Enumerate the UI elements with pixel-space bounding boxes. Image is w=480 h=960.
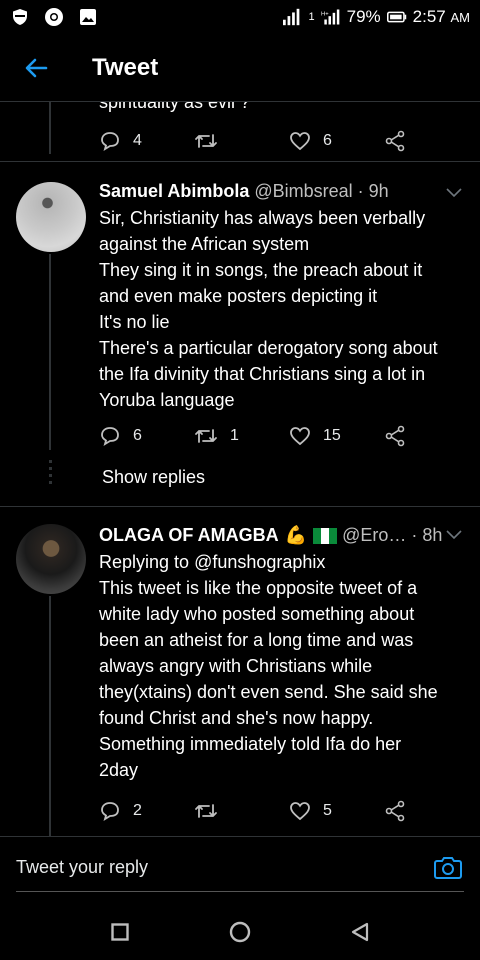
page-title: Tweet: [92, 53, 159, 81]
home-button[interactable]: [180, 904, 300, 960]
retweet-count: 1: [230, 427, 239, 444]
divider: [0, 506, 480, 507]
retweet-icon: [195, 134, 217, 148]
like-button[interactable]: 15: [289, 426, 384, 446]
avatar[interactable]: [16, 524, 86, 594]
tweet-actions: 2 5: [99, 800, 419, 822]
reply-icon: [101, 132, 119, 151]
nigeria-flag-icon: [313, 527, 338, 544]
reply-icon: [101, 802, 119, 821]
app-header: Tweet: [0, 34, 480, 102]
retweet-button[interactable]: 1: [194, 427, 289, 445]
shield-icon: [10, 7, 30, 27]
system-nav-bar: [0, 904, 480, 960]
share-button[interactable]: [384, 800, 406, 822]
replying-to: Replying to @funshographix: [99, 552, 326, 572]
retweet-button[interactable]: [194, 802, 289, 820]
heart-icon: [290, 132, 310, 151]
gallery-icon: [78, 7, 98, 27]
chevron-down-icon[interactable]: [446, 530, 462, 540]
back-nav-button[interactable]: [300, 904, 420, 960]
flexed-biceps-emoji: 💪: [284, 525, 308, 545]
reply-count: 4: [133, 132, 142, 149]
input-underline: [16, 891, 464, 892]
share-button[interactable]: [384, 425, 406, 447]
share-icon: [385, 425, 405, 447]
retweet-icon: [195, 804, 217, 818]
signal-icon-2: H+: [321, 7, 341, 27]
share-icon: [385, 130, 405, 152]
divider: [0, 161, 480, 162]
battery-icon: [386, 7, 407, 27]
thread-dots: [49, 460, 52, 484]
svg-text:H+: H+: [321, 11, 329, 17]
chevron-down-icon[interactable]: [446, 188, 462, 198]
like-button[interactable]: 6: [289, 131, 384, 151]
clock: 2:57 AM: [412, 7, 470, 26]
heart-icon: [290, 427, 310, 446]
tweet-body: Replying to @funshographix This tweet is…: [99, 549, 464, 783]
recents-button[interactable]: [60, 904, 180, 960]
status-bar: 1 H+ 79% 2:57 AM: [0, 0, 480, 34]
share-icon: [385, 800, 405, 822]
like-button[interactable]: 5: [289, 801, 384, 821]
previous-tweet-actions: 4 6: [99, 130, 419, 152]
reply-count: 2: [133, 802, 142, 819]
author-handle[interactable]: @Bimbsreal: [254, 181, 352, 202]
show-replies-link[interactable]: Show replies: [102, 467, 205, 488]
signal-icon: [282, 7, 303, 27]
tweet-time: · 9h: [357, 181, 389, 201]
tweet-time: · 8h: [411, 525, 443, 545]
circle-icon: [229, 921, 251, 943]
triangle-back-icon: [351, 922, 369, 942]
reply-button[interactable]: 2: [99, 801, 194, 821]
avatar[interactable]: [16, 182, 86, 252]
like-count: 6: [323, 132, 332, 149]
thread-line: [49, 596, 51, 836]
reply-input[interactable]: Tweet your reply: [16, 857, 148, 878]
retweet-icon: [195, 429, 217, 443]
reply-button[interactable]: 6: [99, 426, 194, 446]
reply-composer: Tweet your reply: [0, 836, 480, 904]
author-name[interactable]: OLAGA OF AMAGBA: [99, 525, 279, 546]
tweet-header: OLAGA OF AMAGBA 💪 @Ero… · 8h: [99, 525, 443, 546]
battery-percent: 79%: [346, 7, 381, 26]
reply-count: 6: [133, 427, 142, 444]
share-button[interactable]: [384, 130, 406, 152]
tweet-actions: 6 1 15: [99, 425, 419, 447]
like-count: 15: [323, 427, 341, 444]
author-handle[interactable]: @Ero…: [342, 525, 406, 546]
reply-button[interactable]: 4: [99, 131, 194, 151]
tweet-header: Samuel Abimbola @Bimbsreal · 9h: [99, 181, 439, 202]
browser-icon: [44, 7, 64, 27]
tweet-body: Sir, Christianity has always been verbal…: [99, 208, 438, 410]
thread-line: [49, 102, 51, 154]
arrow-left-icon: [25, 58, 48, 77]
tweet-feed[interactable]: spirituality as evil ? 4 6 Samuel Abimbo…: [0, 102, 480, 836]
square-icon: [111, 923, 129, 941]
thread-line: [49, 254, 51, 450]
author-name[interactable]: Samuel Abimbola: [99, 181, 249, 202]
heart-icon: [290, 802, 310, 821]
like-count: 5: [323, 802, 332, 819]
retweet-button[interactable]: [194, 132, 289, 150]
reply-icon: [101, 427, 119, 446]
camera-button[interactable]: [434, 855, 462, 879]
sim-indicator: 1: [308, 11, 315, 23]
camera-icon: [434, 857, 462, 879]
back-button[interactable]: [0, 34, 72, 102]
replying-to-handle[interactable]: @funshographix: [194, 552, 325, 572]
previous-tweet-text: spirituality as evil ?: [99, 102, 251, 112]
